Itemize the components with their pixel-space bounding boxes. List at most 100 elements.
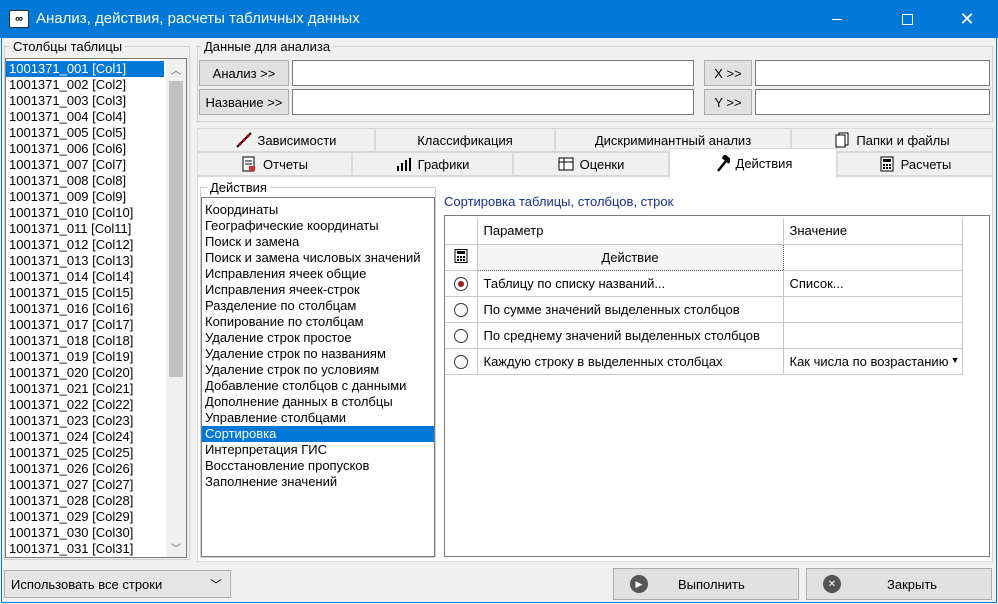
x-field[interactable] [755, 60, 990, 86]
radio-cell[interactable] [445, 270, 478, 297]
list-item[interactable]: 1001371_030 [Col30] [6, 525, 164, 541]
action-cell[interactable]: Действие [476, 243, 784, 271]
list-item[interactable]: Сортировка [202, 426, 434, 442]
tab-actions[interactable]: Действия [669, 148, 837, 178]
list-item[interactable]: 1001371_009 [Col9] [6, 189, 164, 205]
list-item[interactable]: 1001371_028 [Col28] [6, 493, 164, 509]
list-item[interactable]: 1001371_013 [Col13] [6, 253, 164, 269]
list-item[interactable]: 1001371_004 [Col4] [6, 109, 164, 125]
list-item[interactable]: 1001371_003 [Col3] [6, 93, 164, 109]
list-item[interactable]: 1001371_010 [Col10] [6, 205, 164, 221]
scroll-thumb[interactable] [169, 81, 183, 377]
list-item[interactable]: 1001371_015 [Col15] [6, 285, 164, 301]
name-field[interactable] [292, 89, 694, 115]
list-item[interactable]: 1001371_011 [Col11] [6, 221, 164, 237]
columns-scrollbar[interactable]: ︿ ﹀ [166, 59, 186, 557]
rows-select[interactable]: Использовать все строки ﹀ [4, 570, 231, 598]
row-param[interactable]: По сумме значений выделенных столбцов [477, 296, 784, 323]
tab-reports[interactable]: Отчеты [197, 152, 352, 176]
actions-listbox[interactable]: Координаты Географические координаты Поиск… [201, 197, 435, 557]
list-item[interactable]: Исправления ячеек-строк [202, 282, 434, 298]
tab-charts[interactable]: Графики [352, 152, 513, 176]
y-field[interactable] [755, 89, 990, 115]
list-item[interactable]: 1001371_017 [Col17] [6, 317, 164, 333]
table-icon [558, 156, 574, 172]
list-item[interactable]: Добавление столбцов с данными [202, 378, 434, 394]
row-value[interactable] [783, 322, 963, 349]
dropdown-arrow-icon[interactable]: ▼ [951, 355, 960, 365]
list-item[interactable]: 1001371_031 [Col31] [6, 541, 164, 557]
list-item[interactable]: 1001371_014 [Col14] [6, 269, 164, 285]
list-item[interactable]: 1001371_008 [Col8] [6, 173, 164, 189]
list-item[interactable]: Восстановление пропусков [202, 458, 434, 474]
list-item[interactable]: 1001371_012 [Col12] [6, 237, 164, 253]
tab-calculations[interactable]: Расчеты [837, 152, 993, 176]
execute-button[interactable]: ▶ Выполнить [613, 568, 799, 600]
analysis-button[interactable]: Анализ >> [199, 60, 289, 86]
x-button[interactable]: X >> [704, 60, 752, 86]
name-button[interactable]: Название >> [199, 89, 289, 115]
minimize-button[interactable] [814, 0, 860, 38]
action-value-cell[interactable] [783, 244, 963, 271]
tab-assessments[interactable]: Оценки [513, 152, 669, 176]
radio-each-row[interactable] [453, 354, 468, 369]
close-button[interactable]: ✕ Закрыть [806, 568, 992, 600]
list-item[interactable]: 1001371_002 [Col2] [6, 77, 164, 93]
list-item[interactable]: Географические координаты [202, 218, 434, 234]
list-item[interactable]: Поиск и замена числовых значений [202, 250, 434, 266]
maximize-button[interactable] [884, 0, 930, 38]
list-item[interactable]: Удаление строк по названиям [202, 346, 434, 362]
list-item[interactable]: 1001371_022 [Col22] [6, 397, 164, 413]
list-item[interactable]: 1001371_021 [Col21] [6, 381, 164, 397]
list-item[interactable]: 1001371_001 [Col1] [6, 61, 164, 77]
list-item[interactable]: Управление столбцами [202, 410, 434, 426]
radio-cell[interactable] [445, 296, 478, 323]
list-item[interactable]: 1001371_020 [Col20] [6, 365, 164, 381]
row-param[interactable]: Каждую строку в выделенных столбцах [477, 348, 784, 375]
list-item[interactable]: 1001371_007 [Col7] [6, 157, 164, 173]
title-bar[interactable]: ∞ Анализ, действия, расчеты табличных да… [0, 0, 998, 38]
radio-cell[interactable] [445, 322, 478, 349]
list-item[interactable]: 1001371_024 [Col24] [6, 429, 164, 445]
list-item[interactable]: 1001371_027 [Col27] [6, 477, 164, 493]
tab-classification[interactable]: Классификация [375, 128, 555, 152]
list-item[interactable]: Координаты [202, 202, 434, 218]
radio-by-sum[interactable] [453, 302, 468, 317]
analysis-field[interactable] [292, 60, 694, 86]
radio-by-mean[interactable] [453, 328, 468, 343]
list-item[interactable]: 1001371_023 [Col23] [6, 413, 164, 429]
list-item[interactable]: 1001371_006 [Col6] [6, 141, 164, 157]
list-item[interactable]: 1001371_026 [Col26] [6, 461, 164, 477]
list-item[interactable]: Копирование по столбцам [202, 314, 434, 330]
row-value[interactable] [783, 296, 963, 323]
list-item[interactable]: Заполнение значений [202, 474, 434, 490]
close-window-button[interactable]: ✕ [944, 0, 990, 38]
radio-table-by-names[interactable] [453, 276, 468, 291]
list-item[interactable]: Удаление строк простое [202, 330, 434, 346]
list-item[interactable]: Поиск и замена [202, 234, 434, 250]
row-value[interactable]: Список... [783, 270, 963, 297]
list-item[interactable]: Разделение по столбцам [202, 298, 434, 314]
list-item[interactable]: 1001371_005 [Col5] [6, 125, 164, 141]
list-item[interactable]: 1001371_025 [Col25] [6, 445, 164, 461]
y-button[interactable]: Y >> [704, 89, 752, 115]
actions-group-label: Действия [207, 180, 270, 195]
scroll-down-icon[interactable]: ﹀ [166, 539, 186, 555]
list-item[interactable]: Удаление строк по условиям [202, 362, 434, 378]
row-param[interactable]: Таблицу по списку названий... [477, 270, 784, 297]
list-item[interactable]: 1001371_029 [Col29] [6, 509, 164, 525]
list-item[interactable]: 1001371_019 [Col19] [6, 349, 164, 365]
list-item[interactable]: 1001371_016 [Col16] [6, 301, 164, 317]
app-icon: ∞ [9, 10, 29, 28]
list-item[interactable]: Исправления ячеек общие [202, 266, 434, 282]
row-value-dropdown[interactable]: Как числа по возрастанию ▼ [783, 348, 963, 375]
list-item[interactable]: Дополнение данных в столбцы [202, 394, 434, 410]
row-param[interactable]: По среднему значений выделенных столбцов [477, 322, 784, 349]
list-item[interactable]: 1001371_018 [Col18] [6, 333, 164, 349]
scroll-up-icon[interactable]: ︿ [166, 61, 186, 77]
tab-label: Отчеты [263, 156, 308, 172]
tab-dependencies[interactable]: Зависимости [197, 128, 375, 152]
columns-listbox[interactable]: 1001371_001 [Col1] 1001371_002 [Col2] 1001… [5, 58, 187, 558]
list-item[interactable]: Интерпретация ГИС [202, 442, 434, 458]
radio-cell[interactable] [445, 348, 478, 375]
